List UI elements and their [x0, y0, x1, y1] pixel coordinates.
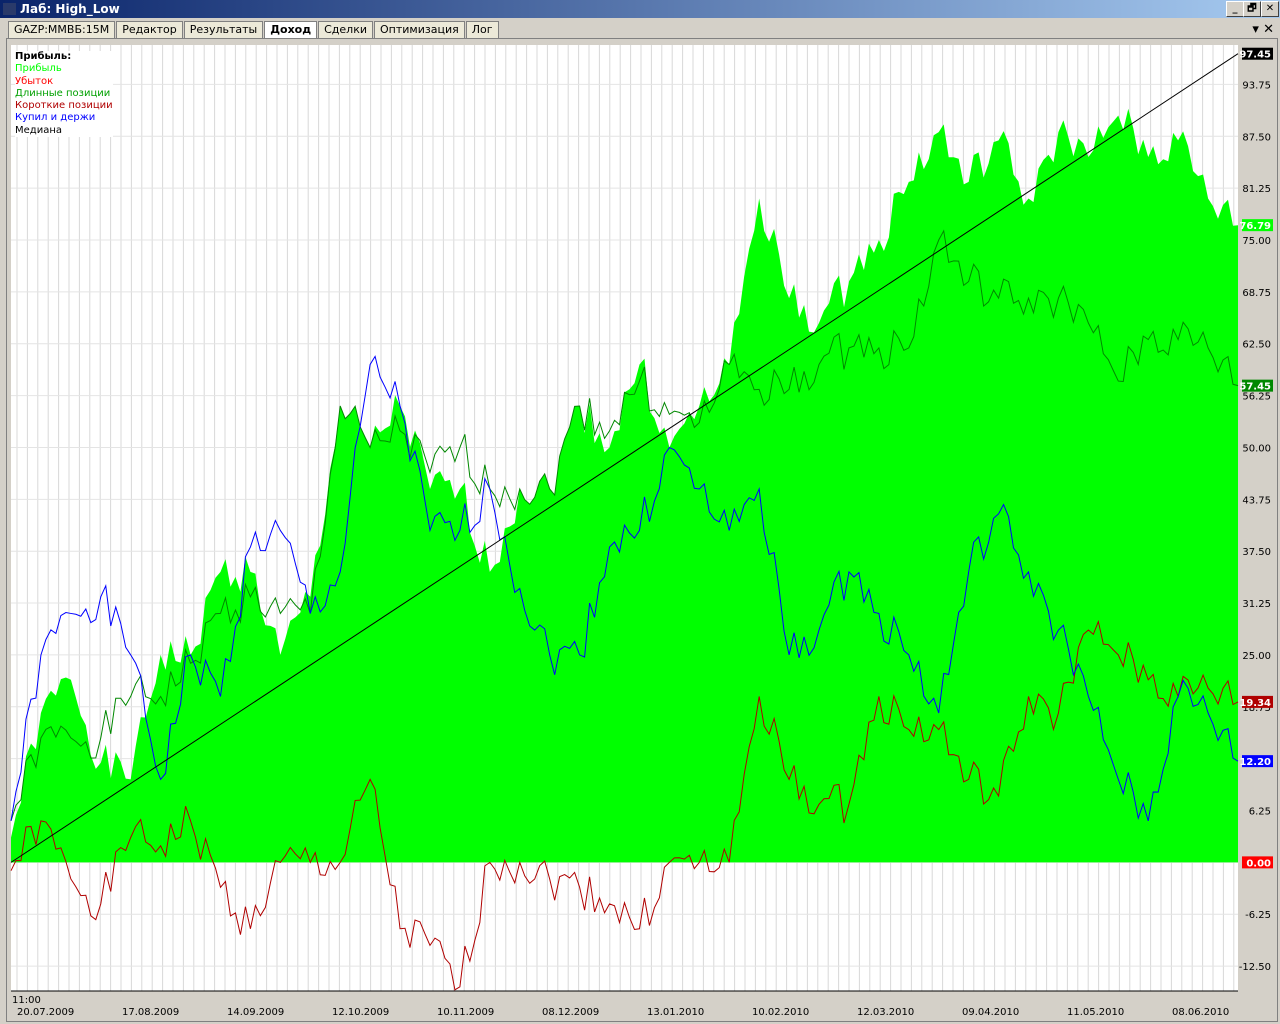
panel-controls: ▾ ✕	[1252, 22, 1274, 37]
panel-close-icon[interactable]: ✕	[1263, 22, 1274, 37]
legend-title: Прибыль:	[15, 51, 72, 62]
y-tick-label: -12.50	[1239, 962, 1271, 973]
y-tick-label: -6.25	[1245, 910, 1271, 921]
legend-item: Прибыль	[15, 63, 62, 75]
x-tick-label: 20.07.2009	[17, 1007, 74, 1018]
legend-item: Медиана	[15, 124, 62, 136]
x-tick-label: 13.01.2010	[647, 1007, 704, 1018]
legend-item: Убыток	[15, 75, 54, 87]
panel-menu-icon[interactable]: ▾	[1252, 22, 1259, 37]
x-tick-label: 10.02.2010	[752, 1007, 809, 1018]
x-tick-label: 11.05.2010	[1067, 1007, 1124, 1018]
tab-3[interactable]: Доход	[264, 21, 318, 39]
legend-item: Купил и держи	[15, 112, 96, 124]
x-tick-label: 10.11.2009	[437, 1007, 494, 1018]
y-tick-label: 87.50	[1242, 132, 1271, 143]
y-tick-label: 43.75	[1242, 495, 1271, 506]
time-label: 11:00	[12, 995, 41, 1006]
tab-bar: GAZP:MMBБ:15M Редактор Результаты Доход Сдел…	[8, 21, 500, 39]
tab-0[interactable]: GAZP:MMBБ:15M	[8, 21, 116, 39]
tab-6[interactable]: Лог	[465, 21, 499, 39]
x-tick-label: 12.03.2010	[857, 1007, 914, 1018]
tab-1[interactable]: Редактор	[116, 21, 183, 39]
x-tick-label: 09.04.2010	[962, 1007, 1019, 1018]
legend-item: Короткие позиции	[15, 100, 113, 112]
tab-4[interactable]: Сделки	[318, 21, 374, 39]
equity-chart[interactable]: 93.75 87.50 81.25 75.00 68.75 62.50 56.25 50.00…	[7, 39, 1277, 1021]
y-tick-label: 81.25	[1242, 184, 1271, 195]
minimize-button[interactable]: _	[1226, 1, 1244, 17]
y-tick-label: 62.50	[1242, 340, 1271, 351]
x-tick-label: 08.06.2010	[1172, 1007, 1229, 1018]
tab-2[interactable]: Результаты	[183, 21, 264, 39]
x-tick-label: 08.12.2009	[542, 1007, 599, 1018]
legend: Прибыль: Прибыль Убыток Длинные позиции Коро…	[15, 51, 113, 138]
y-tick-label: 56.25	[1242, 392, 1271, 403]
y-tick-label: 31.25	[1242, 599, 1271, 610]
close-button[interactable]: ✕	[1261, 1, 1279, 17]
chart-panel: 93.75 87.50 81.25 75.00 68.75 62.50 56.25 50.00…	[6, 38, 1278, 1022]
y-tick-label: 37.50	[1242, 547, 1271, 558]
value-badge-label: 57.45	[1239, 382, 1271, 393]
x-tick-label: 14.09.2009	[227, 1007, 284, 1018]
legend-item: Длинные позиции	[15, 87, 111, 99]
title-bar: Лаб: High_Low _ 🗗 ✕	[0, 0, 1280, 18]
value-badge-label: 12.20	[1239, 757, 1271, 768]
x-tick-label: 17.08.2009	[122, 1007, 179, 1018]
value-badge-label: 19.34	[1239, 698, 1271, 709]
app-icon	[3, 3, 16, 15]
y-tick-label: 50.00	[1242, 443, 1271, 454]
tab-5[interactable]: Оптимизация	[374, 21, 465, 39]
value-badge-label: 97.45	[1239, 50, 1271, 61]
y-tick-label: 75.00	[1242, 236, 1271, 247]
restore-button[interactable]: 🗗	[1243, 1, 1261, 17]
value-badge-label: 0.00	[1246, 858, 1271, 869]
y-tick-label: 68.75	[1242, 288, 1271, 299]
x-tick-label: 12.10.2009	[332, 1007, 389, 1018]
value-badge-label: 76.79	[1239, 221, 1271, 232]
window-title: Лаб: High_Low	[20, 2, 120, 16]
y-tick-label: 93.75	[1242, 80, 1271, 91]
y-tick-label: 25.00	[1242, 651, 1271, 662]
y-tick-label: 6.25	[1249, 807, 1271, 818]
